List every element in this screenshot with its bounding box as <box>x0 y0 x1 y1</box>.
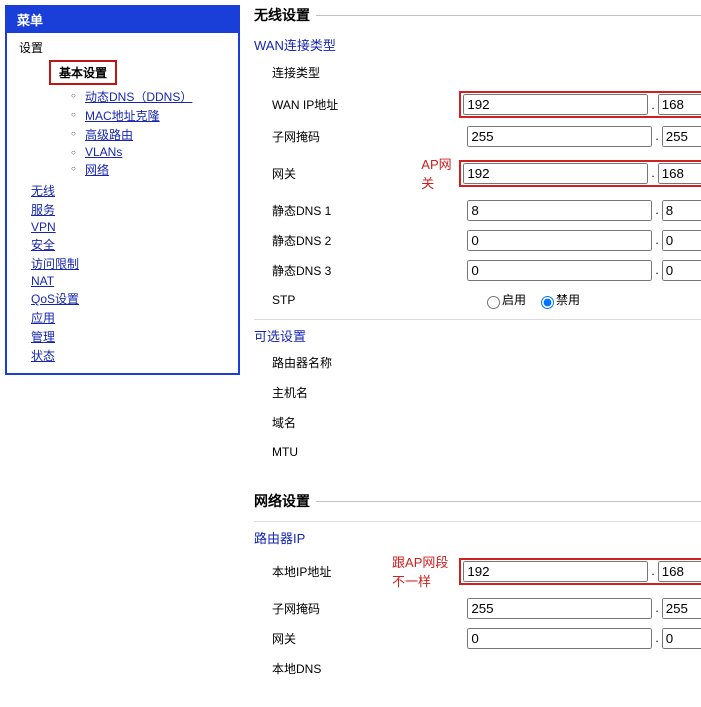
stp-enable-radio[interactable] <box>487 296 500 309</box>
label-stp: STP <box>272 293 442 307</box>
dns3-2[interactable] <box>662 260 701 281</box>
nav-current-basic-setup[interactable]: 基本设置 <box>49 60 117 85</box>
local-gw-1[interactable] <box>467 628 652 649</box>
nav-vpn[interactable]: VPN <box>31 220 56 234</box>
wan-subnet-2[interactable] <box>662 126 701 147</box>
local-gw-2[interactable] <box>662 628 701 649</box>
label-dns2: 静态DNS 2 <box>272 232 442 249</box>
dns2-1[interactable] <box>467 230 652 251</box>
label-local-dns: 本地DNS <box>272 660 442 677</box>
wan-gw-2[interactable] <box>658 163 701 184</box>
subhead-routerip: 路由器IP <box>254 521 701 547</box>
nav-services[interactable]: 服务 <box>31 203 55 217</box>
wan-gateway-group: . . . <box>459 160 701 187</box>
dns2-2[interactable] <box>662 230 701 251</box>
nav-applications[interactable]: 应用 <box>31 311 55 325</box>
label-wan-gateway: 网关 <box>272 165 421 182</box>
main-content: 无线设置 WAN连接类型 设置成静态IP 连接类型 静态IP WAN IP地址 <box>240 0 701 707</box>
sidebar-title: 菜单 <box>7 7 238 33</box>
label-dns1: 静态DNS 1 <box>272 202 442 219</box>
note-ap-gateway: AP网关 <box>421 154 459 192</box>
nav-network[interactable]: 网络 <box>85 163 109 177</box>
wan-subnet-group: . . . <box>467 126 701 147</box>
wan-ip-group: . . . <box>459 91 701 118</box>
label-conn-type: 连接类型 <box>272 64 442 81</box>
label-router-name: 路由器名称 <box>272 354 442 371</box>
section-network: 网络设置 路由器IP 本地IP地址 跟AP网段不一样 . . . 子网掩码 <box>252 491 701 693</box>
section-wireless: 无线设置 WAN连接类型 设置成静态IP 连接类型 静态IP WAN IP地址 <box>252 5 701 477</box>
section-network-title: 网络设置 <box>252 491 316 511</box>
label-local-gateway: 网关 <box>272 630 442 647</box>
sidebar-menu: 菜单 设置 基本设置 动态DNS（DDNS） MAC地址克隆 高级路由 VLAN… <box>5 5 240 375</box>
label-domain: 域名 <box>272 414 442 431</box>
dns1-2[interactable] <box>662 200 701 221</box>
nav-admin[interactable]: 管理 <box>31 330 55 344</box>
stp-enable-option[interactable]: 启用 <box>482 291 526 309</box>
note-diff-subnet: 跟AP网段不一样 <box>392 552 459 590</box>
nav-ddns[interactable]: 动态DNS（DDNS） <box>85 90 192 104</box>
local-ip-1[interactable] <box>463 561 648 582</box>
section-wireless-title: 无线设置 <box>252 5 316 25</box>
label-wan-subnet: 子网掩码 <box>272 128 442 145</box>
local-ip-group: . . . <box>459 558 701 585</box>
nav-security[interactable]: 安全 <box>31 238 55 252</box>
nav-group-setup: 设置 <box>7 37 238 56</box>
nav-nat[interactable]: NAT <box>31 274 54 288</box>
nav-qos[interactable]: QoS设置 <box>31 292 79 306</box>
label-wan-ip: WAN IP地址 <box>272 96 442 113</box>
wan-subnet-1[interactable] <box>467 126 652 147</box>
nav-wireless[interactable]: 无线 <box>31 184 55 198</box>
label-dns3: 静态DNS 3 <box>272 262 442 279</box>
subhead-optional: 可选设置 <box>254 319 701 345</box>
nav-advanced-routing[interactable]: 高级路由 <box>85 128 133 142</box>
stp-disable-option[interactable]: 禁用 <box>536 291 580 309</box>
wan-ip-1[interactable] <box>463 94 648 115</box>
nav-access-restriction[interactable]: 访问限制 <box>31 257 79 271</box>
wan-ip-2[interactable] <box>658 94 701 115</box>
label-mtu: MTU <box>272 445 442 459</box>
local-subnet-1[interactable] <box>467 598 652 619</box>
nav-vlans[interactable]: VLANs <box>85 145 122 159</box>
label-local-subnet: 子网掩码 <box>272 600 442 617</box>
subhead-wan: WAN连接类型 <box>254 35 701 54</box>
local-ip-2[interactable] <box>658 561 701 582</box>
nav-status[interactable]: 状态 <box>31 349 55 363</box>
local-subnet-2[interactable] <box>662 598 701 619</box>
label-local-ip: 本地IP地址 <box>272 563 392 580</box>
dns1-1[interactable] <box>467 200 652 221</box>
wan-gw-1[interactable] <box>463 163 648 184</box>
label-hostname: 主机名 <box>272 384 442 401</box>
nav-mac-clone[interactable]: MAC地址克隆 <box>85 109 160 123</box>
stp-disable-radio[interactable] <box>541 296 554 309</box>
dns3-1[interactable] <box>467 260 652 281</box>
